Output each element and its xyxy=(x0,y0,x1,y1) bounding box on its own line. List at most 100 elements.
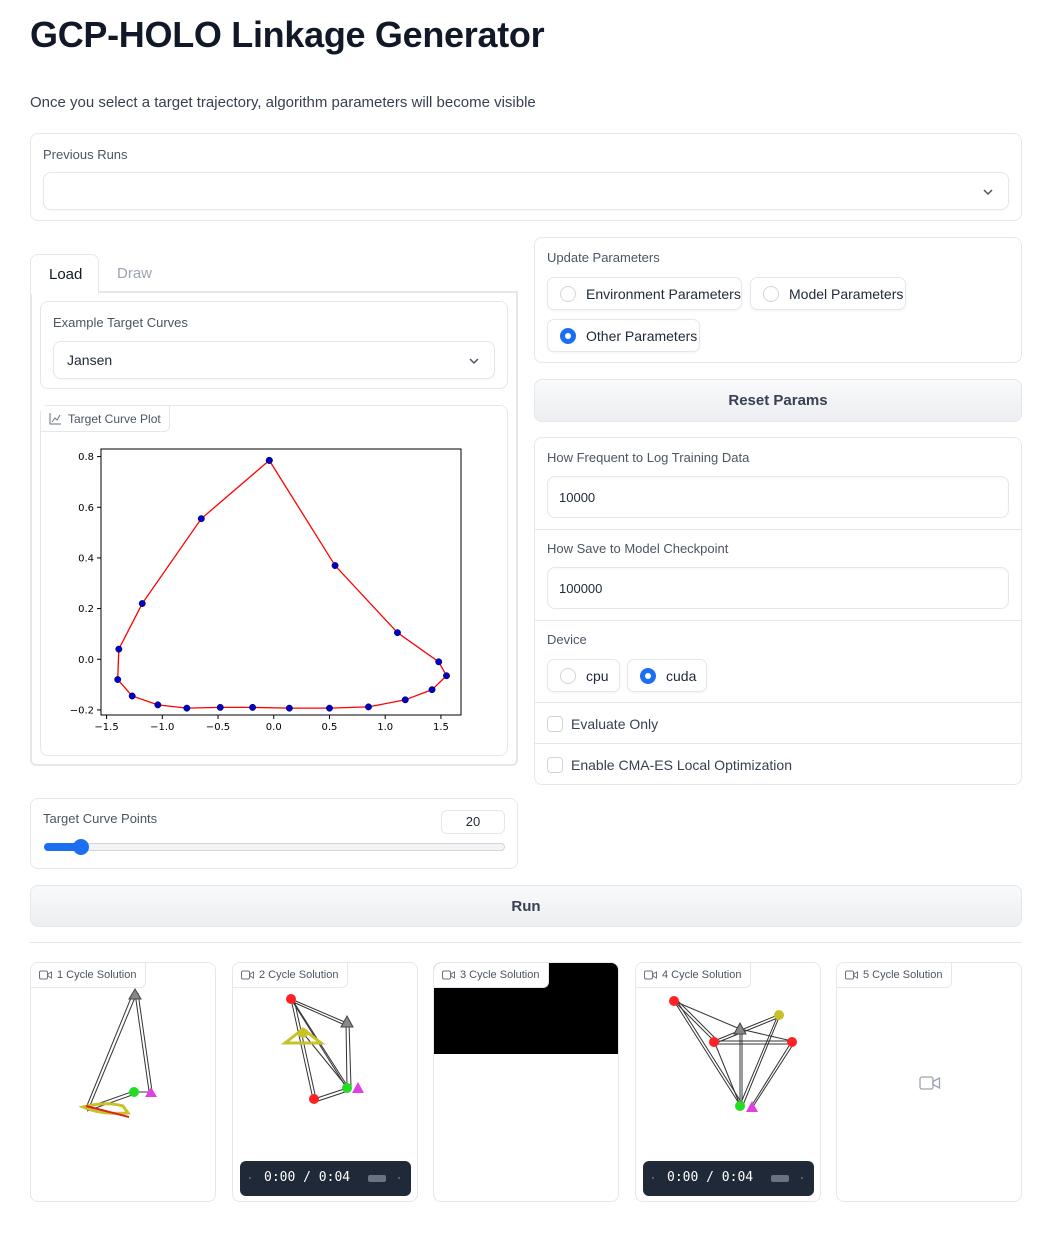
example-curves-label: Example Target Curves xyxy=(53,315,188,330)
video-4-cycle-solution[interactable]: 4 Cycle Solution 0:00 / 0:04 xyxy=(635,962,821,1202)
example-curves-panel: Example Target Curves Jansen xyxy=(40,301,508,389)
x-tick-label: 0.0 xyxy=(266,722,282,733)
chevron-down-icon xyxy=(469,358,479,365)
plot-tag-label: Target Curve Plot xyxy=(68,411,161,426)
progress-dot xyxy=(801,1177,803,1179)
cma-es-label: Enable CMA-ES Local Optimization xyxy=(571,757,792,773)
curve-point xyxy=(435,658,443,666)
curve-point xyxy=(183,704,191,712)
curve-point xyxy=(114,676,122,683)
video-5-label: 5 Cycle Solution xyxy=(863,969,943,981)
y-tick-label: 0.0 xyxy=(78,655,94,666)
checkpoint-input[interactable]: 100000 xyxy=(547,567,1009,609)
update-parameters-panel: Update Parameters Environment Parameters… xyxy=(534,237,1022,363)
video-2-time: 0:00 / 0:04 xyxy=(264,1170,351,1185)
curve-point xyxy=(249,703,257,711)
divider xyxy=(535,743,1021,744)
radio-other-parameters-label: Other Parameters xyxy=(586,327,698,344)
y-tick-label: 0.2 xyxy=(78,604,94,615)
page-title: GCP-HOLO Linkage Generator xyxy=(30,14,545,55)
curve-point xyxy=(216,703,224,711)
radio-other-parameters[interactable]: Other Parameters xyxy=(547,319,700,352)
radio-device-cuda[interactable]: cuda xyxy=(627,659,707,692)
device-label: Device xyxy=(547,632,587,647)
radio-dot xyxy=(560,285,576,302)
curve-point xyxy=(428,686,436,694)
video-3-label: 3 Cycle Solution xyxy=(460,969,540,981)
video-4-label: 4 Cycle Solution xyxy=(662,969,742,981)
curve-point xyxy=(365,703,372,711)
progress-dot xyxy=(652,1177,654,1179)
video-2-label: 2 Cycle Solution xyxy=(259,969,339,981)
tab-load[interactable]: Load xyxy=(30,254,99,294)
video-tag: 1 Cycle Solution xyxy=(31,963,146,988)
video-camera-icon xyxy=(442,970,455,980)
reset-params-button[interactable]: Reset Params xyxy=(534,379,1022,422)
video-tag: 4 Cycle Solution xyxy=(636,963,751,988)
y-tick-label: 0.4 xyxy=(78,553,94,564)
curve-point xyxy=(443,672,450,680)
checkpoint-label: How Save to Model Checkpoint xyxy=(547,541,729,556)
curve-points-slider-track[interactable] xyxy=(44,843,505,851)
volume-icon[interactable] xyxy=(368,1175,386,1182)
linkage-frame-2 xyxy=(280,994,364,1104)
curve-points-panel: Target Curve Points 20 xyxy=(30,798,518,869)
example-curves-dropdown[interactable]: Jansen xyxy=(53,341,495,379)
other-parameters-panel: How Frequent to Log Training Data 10000 … xyxy=(534,437,1022,785)
run-button[interactable]: Run xyxy=(30,885,1022,927)
tab-draw-label: Draw xyxy=(117,265,153,282)
cma-es-checkbox[interactable] xyxy=(547,757,563,773)
plot-tag: Target Curve Plot xyxy=(41,406,170,432)
curve-point xyxy=(197,515,205,523)
radio-dot-selected xyxy=(560,327,576,344)
radio-environment-parameters[interactable]: Environment Parameters xyxy=(547,277,742,310)
video-tag: 5 Cycle Solution xyxy=(837,963,952,988)
video-camera-icon xyxy=(845,970,858,980)
video-camera-icon xyxy=(39,970,52,980)
example-curves-value: Jansen xyxy=(67,352,113,368)
video-tag: 3 Cycle Solution xyxy=(434,963,549,988)
y-tick-label: −0.2 xyxy=(70,705,94,716)
radio-dot xyxy=(560,667,576,684)
previous-runs-panel: Previous Runs xyxy=(30,133,1022,221)
log-frequency-label: How Frequent to Log Training Data xyxy=(547,450,750,465)
divider xyxy=(535,620,1021,621)
video-4-time: 0:00 / 0:04 xyxy=(667,1170,754,1185)
previous-runs-dropdown[interactable] xyxy=(43,172,1009,210)
progress-dot xyxy=(249,1177,251,1179)
tab-load-label: Load xyxy=(49,266,83,283)
curve-points-slider-thumb[interactable] xyxy=(72,839,89,855)
evaluate-only-label: Evaluate Only xyxy=(571,716,659,732)
radio-model-parameters[interactable]: Model Parameters xyxy=(750,277,906,310)
radio-dot-selected xyxy=(640,667,656,684)
linkage-frame-1 xyxy=(78,988,157,1118)
radio-model-parameters-label: Model Parameters xyxy=(789,285,904,302)
log-frequency-input[interactable]: 10000 xyxy=(547,476,1009,518)
divider xyxy=(535,702,1021,703)
video-3-cycle-solution[interactable]: 3 Cycle Solution xyxy=(433,962,619,1202)
target-curve-plot-panel: Target Curve Plot −1.5 −1.0 −0.5 0.0 0.5 1.0 1… xyxy=(40,405,508,756)
video-4-controls[interactable]: 0:00 / 0:04 xyxy=(643,1161,814,1196)
tab-draw[interactable]: Draw xyxy=(104,254,164,294)
radio-device-cpu[interactable]: cpu xyxy=(547,659,620,692)
curve-points-number-input[interactable]: 20 xyxy=(441,810,505,834)
chart-icon xyxy=(49,413,61,425)
x-tick-label: −1.5 xyxy=(94,722,118,733)
video-5-cycle-solution[interactable]: 5 Cycle Solution xyxy=(836,962,1022,1202)
curve-point xyxy=(394,629,401,637)
evaluate-only-checkbox[interactable] xyxy=(547,716,563,732)
radio-device-cpu-label: cpu xyxy=(586,667,609,684)
curve-point xyxy=(115,645,123,653)
curve-point xyxy=(154,701,162,709)
volume-icon[interactable] xyxy=(771,1175,789,1182)
y-tick-label: 0.8 xyxy=(78,452,94,463)
divider xyxy=(535,529,1021,530)
video-2-controls[interactable]: 0:00 / 0:04 xyxy=(240,1161,411,1196)
divider xyxy=(30,942,1022,943)
progress-dot xyxy=(398,1177,400,1179)
video-2-cycle-solution[interactable]: 2 Cycle Solution 0:00 / 0:04 xyxy=(232,962,418,1202)
x-tick-label: 1.0 xyxy=(377,722,393,733)
previous-runs-label: Previous Runs xyxy=(43,147,128,162)
video-1-cycle-solution[interactable]: 1 Cycle Solution xyxy=(30,962,216,1202)
curve-point xyxy=(138,600,146,607)
